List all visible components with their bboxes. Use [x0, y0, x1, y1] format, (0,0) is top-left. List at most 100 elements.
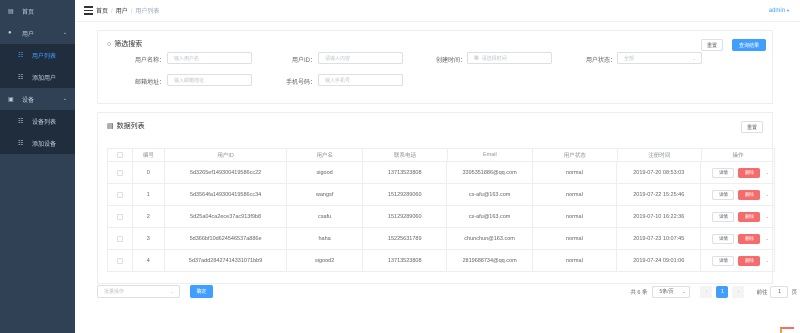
user-table: 编号 用户ID 用户名 联系电话 Email 用户状态 注册时间 操作 0 5d3…	[107, 148, 776, 272]
delete-button[interactable]: 删除	[738, 167, 761, 178]
cell-name: sigood2	[287, 250, 364, 271]
created-date-picker[interactable]: ▦ 请选择时间	[467, 52, 552, 64]
row-checkbox[interactable]	[116, 257, 123, 264]
sidebar-submenu-device: ☷ 设备列表 ☷ 添加设备	[0, 110, 75, 154]
operations-cell: 详情 删除 ⌄	[701, 228, 776, 249]
detail-button[interactable]: 详情	[712, 255, 735, 266]
row-select-cell[interactable]	[107, 184, 133, 205]
email-input[interactable]: 输入邮箱地址	[167, 74, 252, 86]
chevron-down-icon[interactable]: ⌄	[765, 170, 768, 175]
table-footer: 批量操作 ⌄ 确定 共 6 条 5条/页 ⌄ ‹ 1 › 前往 1 页	[97, 285, 797, 301]
row-select-cell[interactable]	[107, 162, 133, 183]
detail-button[interactable]: 详情	[712, 211, 735, 222]
hamburger-icon[interactable]	[84, 6, 93, 15]
filter-search-button[interactable]: 查询结果	[732, 39, 766, 51]
operations-cell: 详情 删除 ⌄	[701, 162, 776, 183]
cell-time: 2019-07-10 16:22:36	[617, 206, 702, 227]
chevron-down-icon: ⌄	[62, 30, 67, 36]
username-input[interactable]: 输入用户名	[167, 52, 252, 64]
filter-title: ○ 筛选搜索	[107, 41, 143, 48]
sidebar-item-home[interactable]: ▤ 首页	[0, 0, 75, 22]
user-menu[interactable]: admin▼	[769, 8, 790, 14]
operations-cell: 详情 删除 ⌄	[701, 206, 776, 227]
breadcrumb-user[interactable]: 用户	[116, 9, 128, 15]
cell-id: 5d366bf10d624546537a886e	[165, 228, 288, 249]
sidebar-item-user[interactable]: ● 用户 ⌄	[0, 22, 75, 44]
breadcrumb-current: 用户列表	[135, 9, 160, 15]
row-select-cell[interactable]	[107, 228, 133, 249]
column-header: 用户名	[287, 149, 364, 161]
next-page-button[interactable]: ›	[732, 285, 745, 298]
sidebar-item-device-list[interactable]: ☷ 设备列表	[0, 110, 75, 132]
list-icon: ☷	[18, 52, 24, 59]
caret-down-icon: ▼	[786, 8, 790, 13]
chevron-right-icon: ›	[737, 288, 740, 295]
detail-button[interactable]: 详情	[712, 233, 735, 244]
delete-button[interactable]: 删除	[738, 211, 761, 222]
table-row: 4 5d37add28427414331071bb9 sigood2 13713523…	[107, 250, 776, 272]
select-all-cell[interactable]	[107, 149, 133, 161]
chevron-down-icon[interactable]: ⌄	[765, 192, 768, 197]
sidebar-item-user-list[interactable]: ☷ 用户列表	[0, 44, 75, 66]
filter-reset-button[interactable]: 重置	[701, 39, 723, 51]
table-row: 0 5d3265ef149300419586cc22 sigood 137135238…	[107, 162, 776, 184]
cell-status: normal	[533, 206, 618, 227]
row-checkbox[interactable]	[116, 191, 123, 198]
cell-status: normal	[533, 228, 618, 249]
row-checkbox[interactable]	[116, 169, 123, 176]
operations-cell: 详情 删除 ⌄	[701, 250, 776, 271]
sidebar-item-add-user[interactable]: ☷ 添加用户	[0, 66, 75, 88]
page-size-select[interactable]: 5条/页 ⌄	[652, 285, 691, 298]
cell-email: cs-afu@163.com	[447, 184, 533, 205]
list-panel: ▤ 数据列表 重置 编号 用户ID 用户名 联系电话 Email 用户状态 注册时…	[97, 112, 776, 284]
row-checkbox[interactable]	[116, 235, 123, 242]
row-select-cell[interactable]	[107, 206, 133, 227]
filter-panel: ○ 筛选搜索 重置 查询结果 用户名称： 输入用户名 用户ID： 请输入内容 创建…	[97, 30, 773, 104]
row-checkbox[interactable]	[116, 213, 123, 220]
detail-button[interactable]: 详情	[712, 189, 735, 200]
delete-button[interactable]: 删除	[738, 189, 761, 200]
column-header: 注册时间	[618, 149, 702, 161]
batch-confirm-button[interactable]: 确定	[190, 285, 213, 298]
page-number-button[interactable]: 1	[716, 285, 729, 298]
batch-operation-select[interactable]: 批量操作 ⌄	[97, 285, 180, 298]
username: admin	[768, 8, 786, 14]
row-select-cell[interactable]	[107, 250, 133, 271]
search-icon: ○	[107, 41, 112, 48]
cell-no: 0	[133, 162, 165, 183]
cell-status: normal	[533, 250, 618, 271]
detail-button[interactable]: 详情	[712, 167, 735, 178]
chevron-down-icon[interactable]: ⌄	[765, 258, 768, 263]
sidebar-item-add-device[interactable]: ☷ 添加设备	[0, 132, 75, 154]
list-reset-button[interactable]: 重置	[741, 121, 763, 133]
column-header: Email	[448, 149, 534, 161]
delete-button[interactable]: 删除	[738, 233, 761, 244]
list-title: ▤ 数据列表	[107, 123, 145, 130]
select-all-checkbox[interactable]	[116, 152, 123, 158]
prev-page-button[interactable]: ‹	[700, 285, 713, 298]
breadcrumb-home[interactable]: 首页	[96, 9, 108, 15]
sidebar-item-device[interactable]: ▣ 设备 ⌄	[0, 88, 75, 110]
delete-button[interactable]: 删除	[738, 255, 761, 266]
goto-page-input[interactable]: 1	[770, 285, 789, 298]
chevron-down-icon[interactable]: ⌄	[765, 236, 768, 241]
status-select[interactable]: 全部 ⌄	[617, 52, 702, 64]
sidebar-item-label: 添加设备	[32, 141, 57, 148]
column-header: 用户状态	[533, 149, 618, 161]
table-row: 1 5d3564fa149300419586cc34 wangsf 151292890…	[107, 184, 776, 206]
chevron-down-icon: ⌄	[170, 289, 174, 294]
table-row: 3 5d366bf10d624546537a886e haha 15225631789…	[107, 228, 776, 250]
chevron-down-icon: ⌄	[62, 96, 67, 102]
phone-input[interactable]: 输入手机号	[318, 74, 403, 86]
cell-name: haha	[287, 228, 364, 249]
chevron-down-icon[interactable]: ⌄	[765, 214, 768, 219]
cell-no: 3	[133, 228, 165, 249]
operations-cell: 详情 删除 ⌄	[701, 184, 776, 205]
cell-phone: 13713523808	[363, 250, 448, 271]
goto-label: 前往	[756, 289, 768, 296]
cell-time: 2019-07-20 08:53:03	[617, 162, 702, 183]
phone-label: 手机号码：	[285, 80, 316, 86]
cell-name: sigood	[287, 162, 364, 183]
userid-input[interactable]: 请输入内容	[318, 52, 403, 64]
add-icon: ☷	[18, 140, 24, 147]
